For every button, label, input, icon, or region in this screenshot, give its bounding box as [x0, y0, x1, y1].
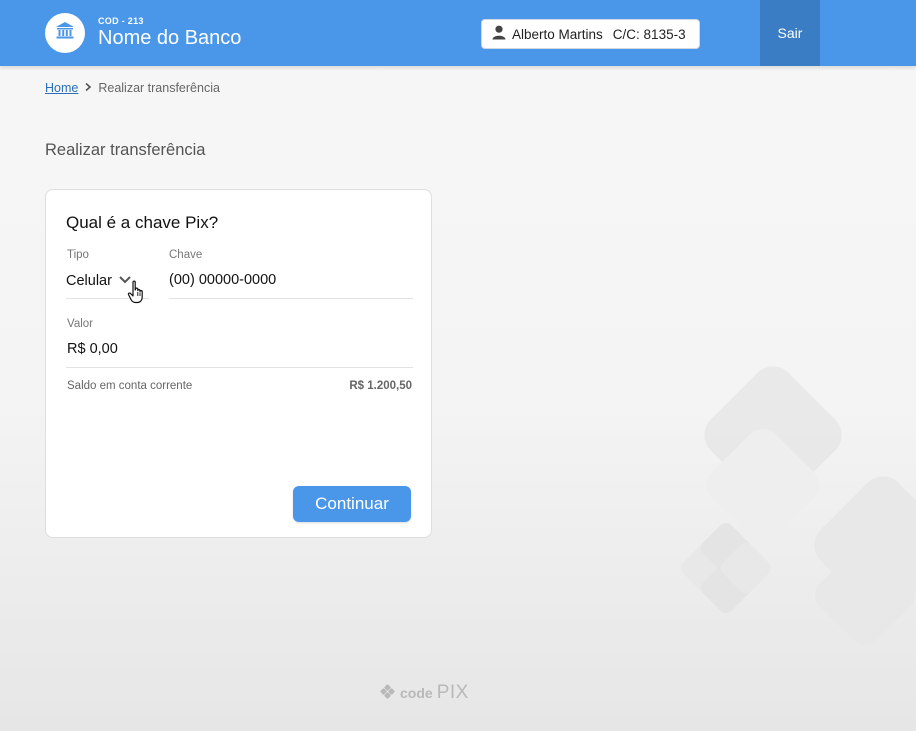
user-account-box: Alberto Martins C/C: 8135-3	[481, 19, 700, 49]
user-name: Alberto Martins	[512, 26, 603, 42]
amount-underline	[66, 367, 413, 368]
pix-key-input[interactable]: (00) 00000-0000	[169, 272, 276, 288]
pix-diamond-icon	[380, 683, 396, 703]
amount-label: Valor	[67, 318, 93, 330]
amount-input[interactable]: R$ 0,00	[67, 341, 118, 357]
pix-transfer-card: Qual é a chave Pix? Tipo Celular Chave (…	[45, 189, 432, 538]
key-underline	[169, 298, 413, 299]
page-title: Realizar transferência	[45, 141, 206, 159]
hand-pointer-icon	[127, 280, 147, 309]
key-type-select[interactable]: Celular	[66, 272, 132, 290]
type-label: Tipo	[67, 249, 89, 261]
bank-code: COD - 213	[98, 16, 144, 26]
breadcrumb-current: Realizar transferência	[98, 81, 220, 95]
breadcrumb-home-link[interactable]: Home	[45, 81, 78, 95]
bank-icon	[54, 20, 76, 47]
bank-logo	[45, 13, 85, 53]
account-number: C/C: 8135-3	[612, 26, 686, 42]
bank-name: Nome do Banco	[98, 27, 242, 49]
key-type-value: Celular	[66, 273, 112, 289]
user-icon	[492, 25, 506, 43]
card-title: Qual é a chave Pix?	[66, 213, 219, 232]
continue-button[interactable]: Continuar	[293, 486, 411, 522]
key-label: Chave	[169, 249, 203, 261]
footer-brand: code PIX	[380, 682, 469, 704]
footer-brand-code: code	[400, 685, 433, 701]
top-header: COD - 213 Nome do Banco Alberto Martins …	[0, 0, 916, 66]
balance-value: R$ 1.200,50	[349, 380, 412, 392]
balance-label: Saldo em conta corrente	[67, 380, 193, 392]
breadcrumb: Home Realizar transferência	[45, 81, 220, 95]
chevron-right-icon	[84, 81, 92, 95]
footer-brand-pix: PIX	[436, 682, 469, 703]
logout-button[interactable]: Sair	[760, 0, 820, 66]
